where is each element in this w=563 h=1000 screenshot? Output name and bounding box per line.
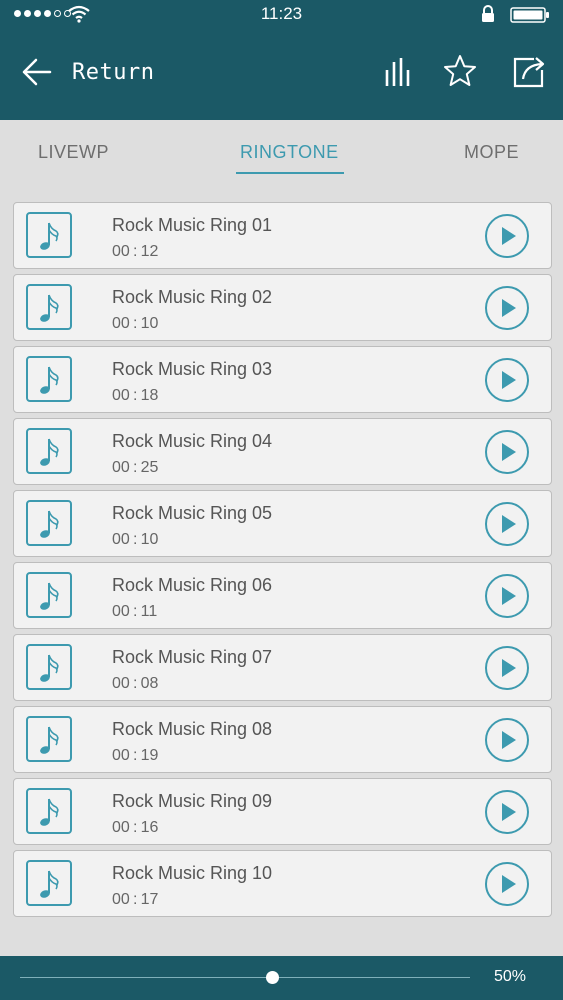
music-note-icon (26, 212, 72, 258)
music-note-icon (26, 500, 72, 546)
back-arrow-icon[interactable] (22, 58, 52, 86)
play-button[interactable] (485, 286, 529, 330)
ringtone-row[interactable]: Rock Music Ring 02 00 : 10 (13, 274, 552, 341)
lock-icon (482, 5, 494, 22)
volume-slider-handle[interactable] (266, 971, 279, 984)
ringtone-duration: 00 : 25 (112, 459, 159, 476)
ringtone-name: Rock Music Ring 07 (112, 647, 273, 667)
ringtone-row[interactable]: Rock Music Ring 05 00 : 10 (13, 490, 552, 557)
ringtone-duration: 00 : 19 (112, 747, 159, 764)
volume-bar: 50% (0, 956, 563, 1000)
play-icon (502, 659, 516, 677)
play-button[interactable] (485, 718, 529, 762)
ringtone-name: Rock Music Ring 04 (112, 431, 273, 451)
ringtone-duration: 00 : 10 (112, 315, 159, 332)
equalizer-icon[interactable] (384, 56, 410, 86)
ringtone-row[interactable]: Rock Music Ring 04 00 : 25 (13, 418, 552, 485)
play-icon (502, 731, 516, 749)
ringtone-name: Rock Music Ring 08 (112, 719, 273, 739)
ringtone-duration: 00 : 18 (112, 387, 159, 404)
music-note-icon (26, 284, 72, 330)
music-note-icon (26, 788, 72, 834)
active-tab-indicator (236, 172, 344, 174)
music-note-icon (26, 428, 72, 474)
ringtone-row[interactable]: Rock Music Ring 06 00 : 11 (13, 562, 552, 629)
ringtone-name: Rock Music Ring 06 (112, 575, 273, 595)
music-note-icon (26, 572, 72, 618)
play-icon (502, 443, 516, 461)
ringtone-name: Rock Music Ring 03 (112, 359, 273, 379)
volume-percentage: 50% (494, 968, 527, 985)
play-button[interactable] (485, 214, 529, 258)
play-button[interactable] (485, 574, 529, 618)
music-note-icon (26, 716, 72, 762)
tab-mope[interactable]: MOPE (464, 142, 519, 163)
ringtone-row[interactable]: Rock Music Ring 07 00 : 08 (13, 634, 552, 701)
navigation-bar: Return (0, 28, 563, 120)
play-icon (502, 875, 516, 893)
music-note-icon (26, 860, 72, 906)
ringtone-duration: 00 : 12 (112, 243, 159, 260)
tab-livewp[interactable]: LIVEWP (38, 142, 109, 163)
play-icon (502, 299, 516, 317)
music-note-icon (26, 356, 72, 402)
ringtone-duration: 00 : 10 (112, 531, 159, 548)
ringtone-row[interactable]: Rock Music Ring 08 00 : 19 (13, 706, 552, 773)
ringtone-row[interactable]: Rock Music Ring 01 00 : 12 (13, 202, 552, 269)
ringtone-name: Rock Music Ring 01 (112, 215, 273, 235)
play-button[interactable] (485, 790, 529, 834)
ringtone-row[interactable]: Rock Music Ring 10 00 : 17 (13, 850, 552, 917)
ringtone-name: Rock Music Ring 10 (112, 863, 273, 883)
play-icon (502, 587, 516, 605)
star-icon[interactable] (443, 54, 477, 88)
ringtone-row[interactable]: Rock Music Ring 03 00 : 18 (13, 346, 552, 413)
play-button[interactable] (485, 862, 529, 906)
play-icon (502, 227, 516, 245)
ringtone-duration: 00 : 16 (112, 819, 159, 836)
tab-bar: LIVEWP RINGTONE MOPE (0, 120, 563, 182)
share-icon[interactable] (512, 54, 548, 88)
return-label[interactable]: Return (72, 60, 154, 85)
ringtone-name: Rock Music Ring 05 (112, 503, 273, 523)
battery-icon (510, 7, 549, 23)
clock: 11:23 (260, 4, 303, 23)
ringtone-name: Rock Music Ring 02 (112, 287, 273, 307)
ringtone-list: Rock Music Ring 01 00 : 12 Rock Music Ring… (13, 202, 552, 922)
play-button[interactable] (485, 358, 529, 402)
play-icon (502, 371, 516, 389)
play-button[interactable] (485, 646, 529, 690)
play-icon (502, 515, 516, 533)
tab-ringtone[interactable]: RINGTONE (240, 142, 339, 163)
ringtone-duration: 00 : 11 (112, 603, 158, 620)
ringtone-name: Rock Music Ring 09 (112, 791, 273, 811)
ringtone-duration: 00 : 08 (112, 675, 159, 692)
music-note-icon (26, 644, 72, 690)
play-button[interactable] (485, 502, 529, 546)
ringtone-row[interactable]: Rock Music Ring 09 00 : 16 (13, 778, 552, 845)
play-icon (502, 803, 516, 821)
play-button[interactable] (485, 430, 529, 474)
ringtone-duration: 00 : 17 (112, 891, 159, 908)
volume-slider-track[interactable] (20, 977, 470, 978)
status-bar: 11:23 (0, 0, 563, 28)
